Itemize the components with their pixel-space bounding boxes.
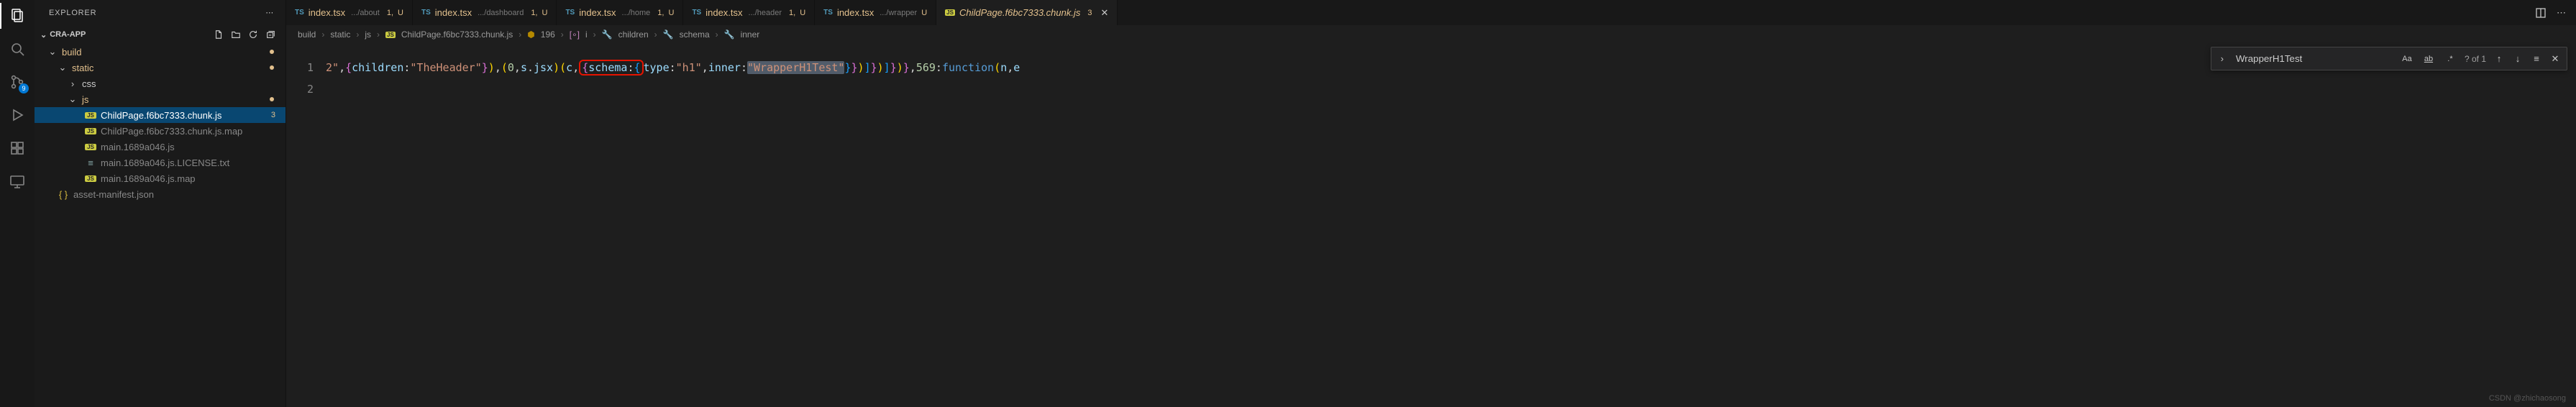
folder-build[interactable]: ⌄ build: [35, 44, 286, 60]
property-icon: 🔧: [663, 29, 674, 40]
breadcrumb-item[interactable]: build: [298, 29, 316, 40]
editor[interactable]: 12 2",{children:"TheHeader"}),(0,s.jsx)(…: [286, 44, 2576, 407]
breadcrumb-item[interactable]: static: [330, 29, 350, 40]
split-editor-icon[interactable]: [2535, 7, 2547, 19]
remote-activity-icon[interactable]: [7, 171, 27, 191]
modified-dot-icon: [270, 50, 274, 54]
find-selection-icon[interactable]: ≡: [2531, 53, 2542, 64]
property-icon: 🔧: [602, 29, 613, 40]
project-header[interactable]: ⌄ CRA-APP: [35, 25, 286, 44]
file-asset-manifest[interactable]: { } asset-manifest.json: [35, 186, 286, 202]
property-icon: 🔧: [724, 29, 735, 40]
chevron-down-icon: ⌄: [68, 93, 78, 105]
collapse-all-icon[interactable]: [265, 29, 280, 40]
sidebar-title-row: EXPLORER ⋯: [35, 0, 286, 25]
regex-toggle[interactable]: .*: [2443, 55, 2457, 63]
match-case-toggle[interactable]: Aa: [2400, 55, 2414, 63]
chevron-down-icon: ⌄: [40, 30, 47, 40]
new-folder-icon[interactable]: [231, 29, 245, 40]
line-numbers: 12: [286, 44, 322, 407]
ts-file-icon: TS: [823, 9, 833, 17]
module-icon: ⬢: [527, 29, 534, 40]
find-widget: › Aa ab .* ? of 1 ↑ ↓ ≡ ✕: [2211, 47, 2567, 70]
watermark: CSDN @zhichaosong: [2489, 394, 2566, 403]
js-file-icon: JS: [85, 112, 96, 119]
folder-css[interactable]: › css: [35, 76, 286, 91]
source-control-activity-icon[interactable]: 9: [7, 72, 27, 92]
chevron-down-icon: ⌄: [47, 46, 58, 58]
file-main-js[interactable]: JS main.1689a046.js: [35, 139, 286, 155]
js-file-icon: JS: [945, 9, 955, 16]
js-file-icon: JS: [385, 32, 396, 38]
json-file-icon: { }: [58, 189, 69, 200]
run-debug-activity-icon[interactable]: [7, 105, 27, 125]
find-close-icon[interactable]: ✕: [2549, 53, 2561, 65]
project-name: CRA-APP: [50, 30, 86, 39]
file-main-license[interactable]: ≡ main.1689a046.js.LICENSE.txt: [35, 155, 286, 170]
new-file-icon[interactable]: [214, 29, 228, 40]
extensions-activity-icon[interactable]: [7, 138, 27, 158]
whole-word-toggle[interactable]: ab: [2421, 55, 2436, 63]
file-childpage-chunk-js-map[interactable]: JS ChildPage.f6bc7333.chunk.js.map: [35, 123, 286, 139]
ts-file-icon: TS: [295, 9, 304, 17]
scm-badge: 9: [19, 83, 29, 93]
breadcrumb-item[interactable]: js: [365, 29, 371, 40]
refresh-icon[interactable]: [248, 29, 262, 40]
file-childpage-chunk-js[interactable]: JS ChildPage.f6bc7333.chunk.js 3: [35, 107, 286, 123]
chevron-right-icon: ›: [68, 78, 78, 89]
tab-bar: TS index.tsx .../about 1, U TS index.tsx…: [286, 0, 2576, 25]
search-activity-icon[interactable]: [7, 39, 27, 59]
folder-js[interactable]: ⌄ js: [35, 91, 286, 107]
js-file-icon: JS: [85, 128, 96, 134]
find-next-icon[interactable]: ↓: [2512, 53, 2524, 64]
editor-group: TS index.tsx .../about 1, U TS index.tsx…: [286, 0, 2576, 407]
breadcrumb-item[interactable]: 196: [541, 29, 555, 40]
js-file-icon: JS: [85, 144, 96, 150]
tab-header[interactable]: TS index.tsx .../header 1, U: [683, 0, 815, 25]
sidebar-title: EXPLORER: [49, 9, 96, 17]
file-main-js-map[interactable]: JS main.1689a046.js.map: [35, 170, 286, 186]
explorer-activity-icon[interactable]: [7, 6, 27, 26]
find-match: "WrapperH1Test": [747, 61, 844, 74]
activity-bar: 9: [0, 0, 35, 407]
ts-file-icon: TS: [565, 9, 575, 17]
tab-wrapper[interactable]: TS index.tsx .../wrapper U: [815, 0, 936, 25]
breadcrumb-item[interactable]: children: [618, 29, 649, 40]
chevron-down-icon: ⌄: [58, 62, 68, 73]
breadcrumb-item[interactable]: i: [585, 29, 588, 40]
find-expand-icon[interactable]: ›: [2217, 53, 2227, 64]
problems-count: 3: [271, 111, 275, 119]
folder-static[interactable]: ⌄ static: [35, 60, 286, 76]
modified-dot-icon: [270, 97, 274, 101]
breadcrumb-item[interactable]: schema: [680, 29, 710, 40]
tab-childpage-chunk[interactable]: JS ChildPage.f6bc7333.chunk.js 3 ✕: [936, 0, 1118, 25]
breadcrumb-item[interactable]: ChildPage.f6bc7333.chunk.js: [401, 29, 513, 40]
find-prev-icon[interactable]: ↑: [2493, 53, 2505, 64]
find-result-count: ? of 1: [2465, 54, 2486, 64]
tab-home[interactable]: TS index.tsx .../home 1, U: [557, 0, 683, 25]
breadcrumb-item[interactable]: inner: [741, 29, 760, 40]
sidebar: EXPLORER ⋯ ⌄ CRA-APP ⌄ build ⌄ static: [35, 0, 286, 407]
ts-file-icon: TS: [692, 9, 701, 17]
tab-about[interactable]: TS index.tsx .../about 1, U: [286, 0, 413, 25]
js-file-icon: JS: [85, 175, 96, 182]
highlight-annotation: {schema:{: [579, 60, 643, 76]
ts-file-icon: TS: [421, 9, 431, 17]
modified-dot-icon: [270, 65, 274, 70]
text-file-icon: ≡: [85, 157, 96, 168]
tab-more-icon[interactable]: ⋯: [2557, 7, 2566, 19]
close-tab-icon[interactable]: ✕: [1100, 7, 1108, 19]
sidebar-more-icon[interactable]: ⋯: [265, 8, 274, 17]
tab-dashboard[interactable]: TS index.tsx .../dashboard 1, U: [413, 0, 557, 25]
breadcrumbs[interactable]: build› static› js› JS ChildPage.f6bc7333…: [286, 25, 2576, 44]
file-tree: ⌄ build ⌄ static › css ⌄ js JS Child: [35, 44, 286, 202]
array-icon: [∘]: [570, 29, 580, 40]
find-input[interactable]: [2234, 52, 2393, 65]
